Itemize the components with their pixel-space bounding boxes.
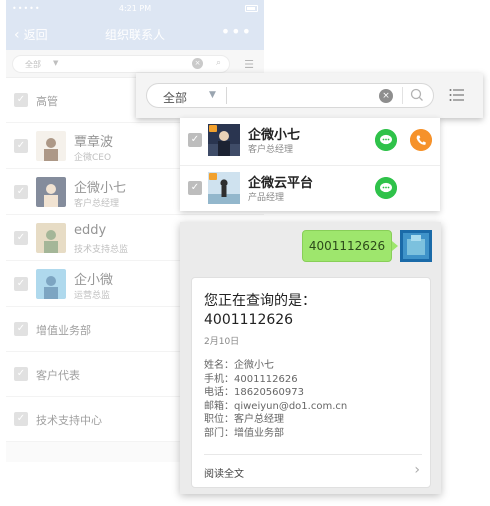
field-value: 客户总经理: [234, 414, 284, 426]
person-position: 运营总监: [74, 291, 111, 301]
reply-field: 部门：增值业务部: [204, 427, 424, 441]
status-bar: ••••• 4:21 PM: [6, 0, 264, 17]
composite-screenshot: ••••• 4:21 PM ‹ 返回 组织联系人 ••• 全部 ▼ × ⌕ ☰ ✓…: [0, 0, 490, 506]
reply-field: 手机：4001112626: [204, 373, 424, 387]
search-icon[interactable]: [409, 87, 425, 103]
list-menu-icon[interactable]: ☰: [244, 58, 254, 71]
checkbox[interactable]: ✓: [14, 93, 28, 107]
reply-card[interactable]: 您正在查询的是： 4001112626 2月10日 姓名：企微小七 手机：4001…: [191, 277, 431, 488]
reply-field: 职位：客户总经理: [204, 413, 424, 427]
reply-fields: 姓名：企微小七 手机：4001112626 电话：18620560973 邮箱：qiw…: [204, 359, 424, 441]
bubble-tail: [392, 241, 398, 251]
avatar: [208, 124, 240, 156]
more-button[interactable]: •••: [221, 22, 252, 41]
search-icon[interactable]: ⌕: [216, 58, 221, 68]
search-box[interactable]: 全部 ▼ ×: [146, 83, 434, 108]
person-position: 客户总经理: [74, 199, 120, 209]
chat-panel: 4001112626 您正在查询的是： 4001112626 2月10日 姓名：…: [180, 222, 441, 494]
person-position: 企微CEO: [74, 153, 112, 163]
phone-icon[interactable]: [410, 129, 432, 151]
field-key: 电话：: [204, 387, 234, 399]
read-more-link[interactable]: 阅读全文: [204, 465, 244, 480]
field-key: 姓名：: [204, 360, 234, 371]
user-avatar: [400, 230, 432, 262]
contact-position: 客户总经理: [248, 145, 294, 155]
group-label: 技术支持中心: [36, 414, 102, 427]
checkbox[interactable]: ✓: [188, 133, 202, 147]
reply-field: 姓名：企微小七: [204, 359, 424, 373]
checkbox[interactable]: ✓: [14, 231, 28, 245]
checkbox[interactable]: ✓: [14, 367, 28, 381]
message-icon[interactable]: [375, 177, 397, 199]
person-name: 企小微: [74, 273, 114, 288]
field-value: 4001112626: [234, 373, 298, 385]
group-label: 高管: [36, 95, 58, 108]
checkbox[interactable]: ✓: [14, 139, 28, 153]
divider: [204, 454, 422, 455]
message-icon[interactable]: [375, 129, 397, 151]
search-results-card: ✓ 企微小七 客户总经理 ✓ 企微云平台 产品经理: [180, 118, 440, 211]
checkbox[interactable]: ✓: [14, 322, 28, 336]
result-row[interactable]: ✓ 企微小七 客户总经理: [180, 118, 440, 164]
avatar: [208, 172, 240, 204]
nav-bar: ‹ 返回 组织联系人 •••: [6, 17, 264, 50]
contact-name: 企微小七: [248, 128, 301, 143]
search-bar-overlay: 全部 ▼ ×: [136, 73, 483, 118]
group-label: 客户代表: [36, 369, 80, 382]
dropdown-arrow-icon: ▼: [209, 90, 216, 100]
person-name: eddy: [74, 223, 107, 238]
clear-icon[interactable]: ×: [379, 89, 393, 103]
group-label: 增值业务部: [36, 324, 91, 337]
contact-position: 产品经理: [248, 193, 285, 203]
reply-field: 电话：18620560973: [204, 386, 424, 400]
chevron-right-icon[interactable]: ›: [414, 462, 420, 478]
field-value: qiweiyun@do1.com.cn: [234, 400, 348, 412]
person-name: 覃章波: [74, 135, 114, 150]
list-menu-icon[interactable]: [449, 87, 465, 103]
bg-search-box[interactable]: 全部 ▼ × ⌕: [12, 55, 230, 73]
dropdown-arrow-icon: ▼: [53, 59, 59, 67]
contact-name: 企微云平台: [248, 176, 314, 191]
person-position: 技术支持总监: [74, 245, 129, 255]
battery-icon: [245, 5, 258, 12]
reply-field: 邮箱：qiweiyun@do1.com.cn: [204, 400, 424, 414]
avatar: [36, 177, 66, 207]
reply-number: 4001112626: [204, 312, 294, 328]
field-key: 部门：: [204, 427, 234, 439]
person-name: 企微小七: [74, 181, 127, 196]
reply-heading: 您正在查询的是：: [204, 293, 316, 309]
checkbox[interactable]: ✓: [14, 185, 28, 199]
field-key: 手机：: [204, 373, 234, 385]
field-value: 增值业务部: [234, 427, 284, 439]
search-divider: [226, 87, 227, 104]
checkbox[interactable]: ✓: [188, 181, 202, 195]
field-value: 企微小七: [234, 360, 274, 371]
status-time: 4:21 PM: [118, 4, 152, 13]
avatar: [36, 131, 66, 161]
avatar: [36, 269, 66, 299]
sent-message-bubble[interactable]: 4001112626: [302, 230, 392, 262]
bg-filter-label[interactable]: 全部: [25, 59, 41, 70]
clear-icon[interactable]: ×: [192, 58, 203, 69]
field-key: 邮箱：: [204, 400, 234, 412]
checkbox[interactable]: ✓: [14, 412, 28, 426]
field-value: 18620560973: [234, 387, 304, 399]
checkbox[interactable]: ✓: [14, 277, 28, 291]
reply-date: 2月10日: [204, 337, 240, 347]
search-divider: [402, 87, 403, 104]
result-row[interactable]: ✓ 企微云平台 产品经理: [180, 165, 440, 211]
filter-dropdown[interactable]: 全部: [163, 89, 187, 106]
avatar: [36, 223, 66, 253]
field-key: 职位：: [204, 414, 234, 426]
